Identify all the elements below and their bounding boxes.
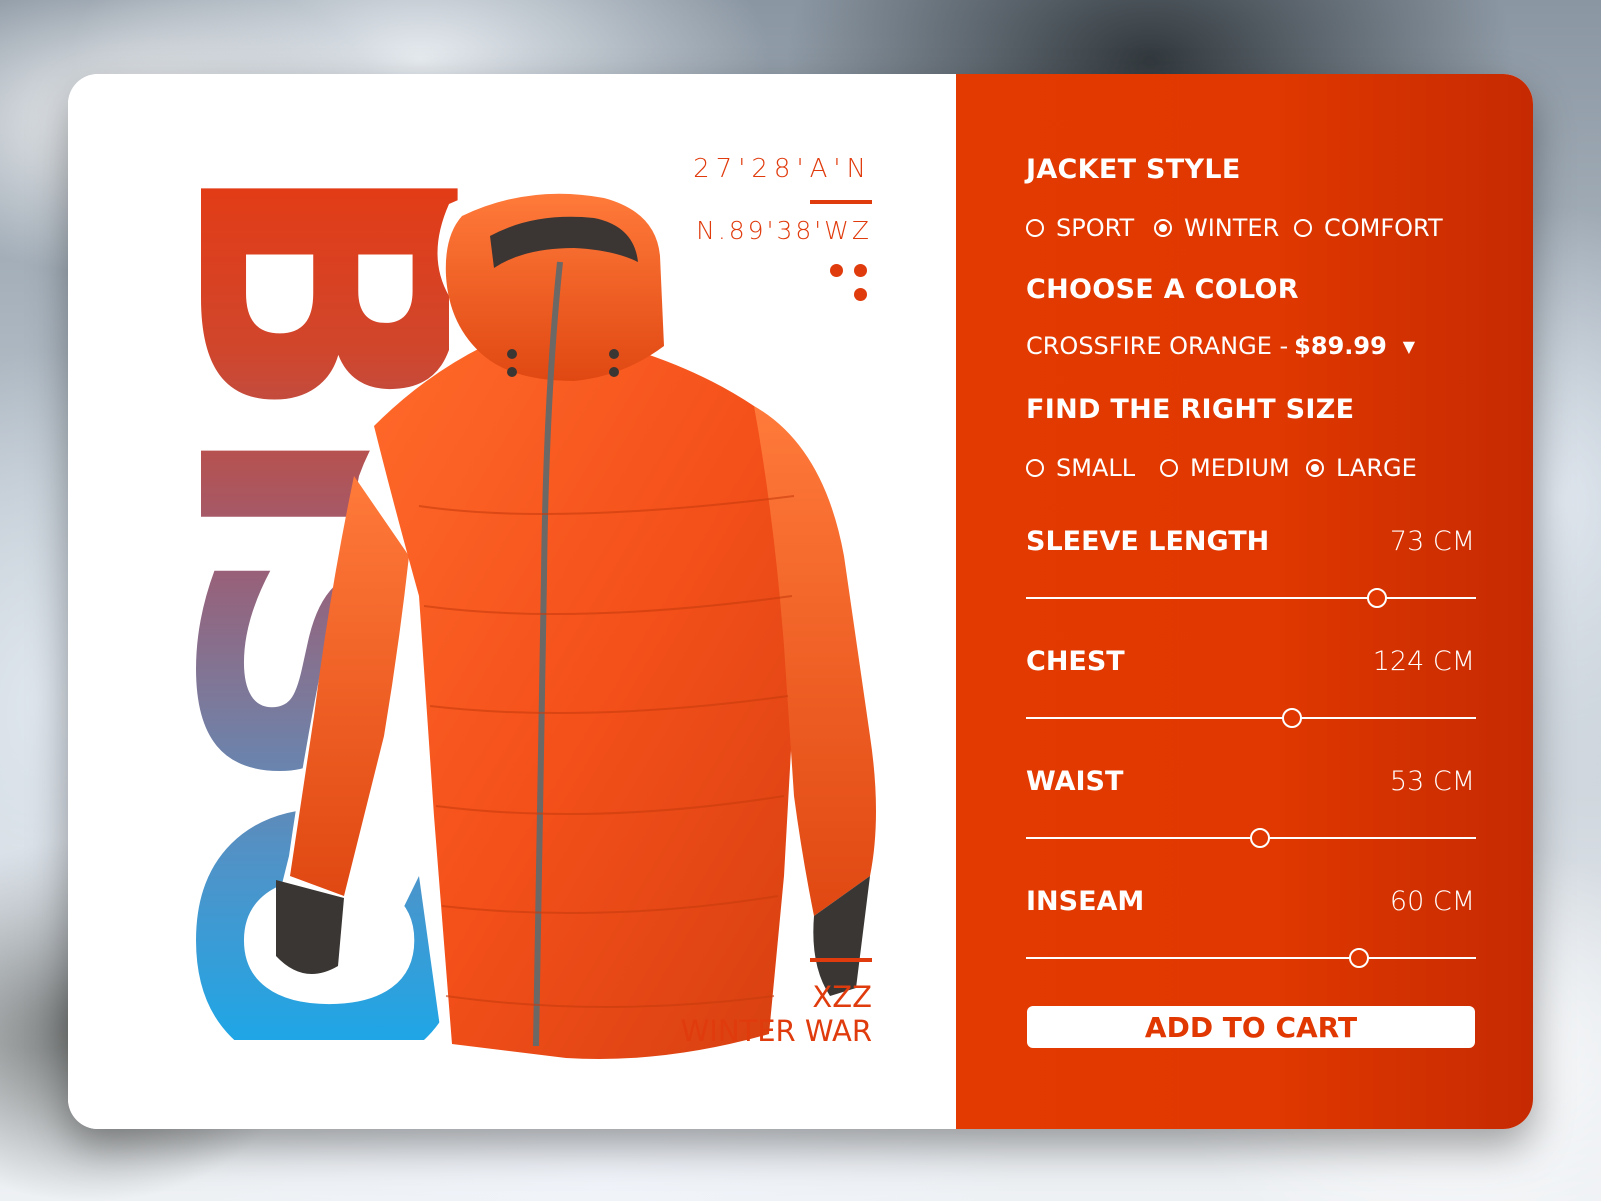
waist-value: 53 CM [1389,766,1475,797]
inseam-slider[interactable] [1026,946,1476,970]
inseam-label: INSEAM [1026,886,1145,917]
sleeve-length-slider[interactable] [1026,586,1476,610]
slider-thumb[interactable] [1367,588,1387,608]
product-card: BISON 27'28'A'N N.89'38'WZ [68,74,1533,1129]
style-option-winter[interactable]: WINTER [1154,214,1294,242]
slider-thumb[interactable] [1281,708,1302,728]
radio-icon [1160,459,1178,477]
caret-down-icon: ▼ [1402,336,1416,356]
inseam-value: 60 CM [1389,886,1475,917]
waist-label: WAIST [1026,766,1124,797]
product-showcase: BISON 27'28'A'N N.89'38'WZ [68,74,956,1129]
style-option-label: SPORT [1056,214,1135,242]
size-option-label: LARGE [1336,454,1417,482]
size-option-small[interactable]: SMALL [1026,454,1160,482]
waist-slider[interactable] [1026,826,1476,850]
chest-slider[interactable] [1026,706,1476,730]
size-option-medium[interactable]: MEDIUM [1160,454,1306,482]
style-option-comfort[interactable]: COMFORT [1294,214,1443,242]
jacket-style-options: SPORT WINTER COMFORT [1026,214,1443,242]
color-price: $89.99 [1294,332,1387,360]
slider-thumb[interactable] [1250,828,1270,848]
choose-color-title: CHOOSE A COLOR [1026,274,1299,305]
color-dropdown[interactable]: CROSSFIRE ORANGE - $89.99 ▼ [1026,332,1415,360]
chest-value: 124 CM [1372,646,1475,677]
size-option-label: MEDIUM [1190,454,1290,482]
add-to-cart-button[interactable]: ADD TO CART [1027,1006,1475,1048]
radio-icon [1294,219,1312,237]
slider-track [1026,717,1476,719]
radio-icon [1026,459,1044,477]
tagline-divider [810,958,872,962]
jacket-style-title: JACKET STYLE [1026,154,1241,185]
configurator-panel: JACKET STYLE SPORT WINTER COMFORT CHOOSE… [956,74,1533,1129]
slider-track [1026,957,1476,959]
size-options: SMALL MEDIUM LARGE [1026,454,1417,482]
slider-track [1026,597,1476,599]
style-option-label: WINTER [1184,214,1280,242]
radio-selected-icon [1154,219,1172,237]
style-option-label: COMFORT [1324,214,1443,242]
style-option-sport[interactable]: SPORT [1026,214,1154,242]
sleeve-length-label: SLEEVE LENGTH [1026,526,1270,557]
jacket-image [274,181,889,1074]
size-option-label: SMALL [1056,454,1136,482]
chest-label: CHEST [1026,646,1125,677]
collection-name: WINTER WAR [680,1014,872,1048]
slider-thumb[interactable] [1349,948,1369,968]
size-option-large[interactable]: LARGE [1306,454,1417,482]
collection-code: XZZ [812,980,872,1014]
size-title: FIND THE RIGHT SIZE [1026,394,1355,425]
color-selected-value: CROSSFIRE ORANGE - [1026,332,1289,360]
radio-selected-icon [1306,459,1324,477]
sleeve-length-value: 73 CM [1389,526,1475,557]
radio-icon [1026,219,1044,237]
